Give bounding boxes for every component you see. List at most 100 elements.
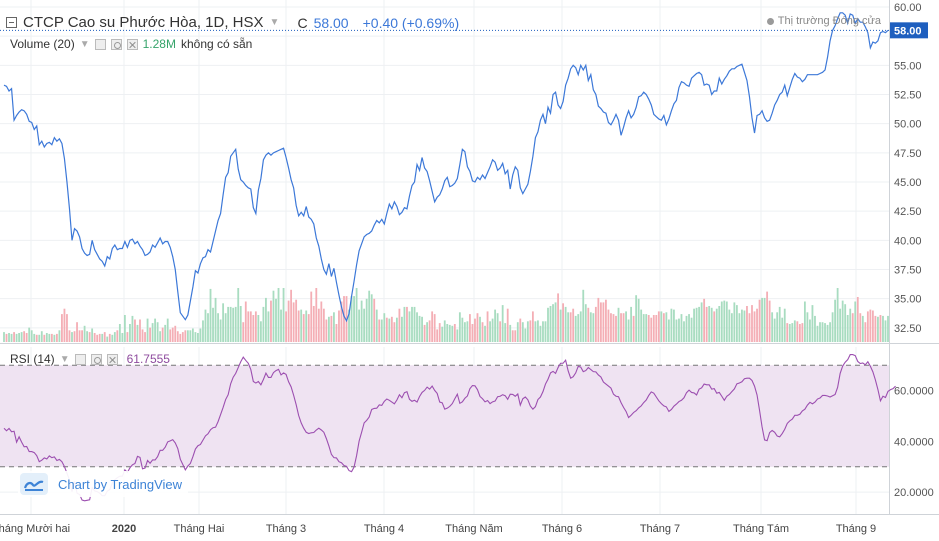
volume-bar — [796, 321, 799, 342]
volume-bar — [418, 315, 421, 342]
chevron-down-icon[interactable]: ▼ — [80, 39, 90, 50]
volume-bar — [620, 313, 622, 342]
volume-bar — [713, 311, 716, 342]
volume-bar — [542, 321, 544, 342]
gear-icon[interactable] — [90, 353, 102, 365]
volume-bar — [866, 311, 869, 342]
volume-bar — [38, 334, 41, 342]
visibility-icon[interactable] — [94, 38, 106, 50]
volume-bar — [456, 329, 459, 342]
volume-bar — [93, 333, 96, 342]
volume-bar — [5, 333, 8, 342]
volume-bar — [753, 311, 756, 342]
volume-bar — [189, 330, 192, 342]
volume-bar — [579, 311, 582, 342]
volume-bar — [607, 309, 610, 342]
volume-legend: Volume (20) ▼ 1.28M không có sẵn — [10, 37, 252, 51]
price-axis-tick-label: 35.00 — [894, 294, 922, 306]
volume-bar — [305, 310, 308, 342]
chevron-down-icon[interactable]: ▼ — [60, 354, 70, 365]
volume-bar — [290, 289, 293, 342]
volume-bar — [292, 302, 295, 342]
volume-bar — [554, 302, 557, 342]
volume-bar — [864, 322, 867, 342]
volume-bar — [756, 308, 758, 342]
volume-bar — [718, 306, 721, 342]
volume-bar — [776, 312, 779, 342]
gear-icon[interactable] — [110, 38, 122, 50]
close-icon[interactable] — [106, 353, 118, 365]
volume-bar — [627, 319, 630, 342]
volume-bar — [204, 309, 207, 342]
volume-bar — [259, 321, 262, 342]
volume-bar — [526, 321, 529, 342]
volume-bar — [217, 313, 219, 342]
status-dot-icon — [766, 17, 774, 25]
volume-bar — [247, 311, 250, 342]
volume-legend-label[interactable]: Volume (20) — [10, 37, 75, 51]
volume-bar — [252, 315, 255, 342]
chevron-down-icon[interactable]: ▼ — [270, 17, 280, 28]
price-axis-tick-label: 52.50 — [894, 90, 922, 102]
volume-bar — [887, 315, 889, 342]
volume-bar — [489, 321, 491, 342]
volume-bar — [428, 320, 431, 342]
volume-bar — [76, 322, 78, 342]
volume-bar — [562, 303, 565, 342]
volume-bar — [126, 332, 129, 342]
volume-bar — [491, 318, 494, 342]
volume-bar — [30, 330, 33, 342]
volume-bar — [516, 322, 519, 342]
volume-bar — [665, 312, 668, 342]
volume-bar — [136, 324, 139, 342]
volume-bar — [282, 288, 285, 342]
symbol-title[interactable]: CTCP Cao su Phước Hòa, 1D, HSX — [23, 14, 264, 31]
volume-bar — [71, 332, 73, 342]
volume-bar — [335, 324, 338, 342]
volume-bar — [431, 311, 434, 342]
volume-bar — [10, 333, 13, 342]
collapse-legend-icon[interactable] — [6, 17, 17, 28]
volume-bar — [869, 309, 872, 342]
volume-bar — [793, 320, 796, 342]
volume-bar — [106, 336, 109, 342]
time-axis-tick-label: Tháng 6 — [542, 523, 582, 535]
volume-bar — [552, 304, 554, 342]
volume-bar — [504, 323, 507, 342]
volume-bar — [393, 322, 396, 342]
volume-bar — [118, 324, 121, 342]
volume-bar — [781, 317, 784, 342]
visibility-icon[interactable] — [74, 353, 86, 365]
volume-bar — [33, 333, 36, 342]
volume-bar — [40, 331, 43, 342]
volume-bar — [675, 319, 678, 342]
volume-bar — [816, 325, 819, 342]
volume-bar — [602, 302, 605, 342]
volume-bar — [207, 313, 209, 342]
rsi-legend-label[interactable]: RSI (14) — [10, 352, 55, 366]
volume-bar — [824, 323, 826, 342]
volume-bar — [310, 291, 313, 342]
volume-bar — [831, 312, 834, 342]
volume-bar — [171, 327, 174, 342]
volume-bar — [401, 316, 403, 342]
volume-bar — [758, 299, 761, 342]
volume-bar — [811, 305, 814, 342]
close-icon[interactable] — [126, 38, 138, 50]
volume-bar — [433, 314, 436, 342]
volume-bar — [688, 314, 690, 342]
volume-bar — [91, 328, 94, 342]
volume-bar — [443, 320, 446, 342]
volume-bar — [355, 288, 358, 342]
volume-bar — [146, 318, 149, 342]
tradingview-badge[interactable]: Chart by TradingView — [18, 471, 189, 497]
volume-bar — [662, 313, 665, 342]
volume-bar — [413, 306, 416, 342]
volume-bar — [494, 309, 497, 342]
rsi-band — [0, 365, 889, 467]
volume-bar — [499, 321, 502, 342]
volume-bar — [144, 332, 146, 342]
volume-bar — [874, 315, 877, 342]
last-price-tag: 58.00 — [890, 22, 928, 39]
volume-bar — [333, 312, 335, 342]
